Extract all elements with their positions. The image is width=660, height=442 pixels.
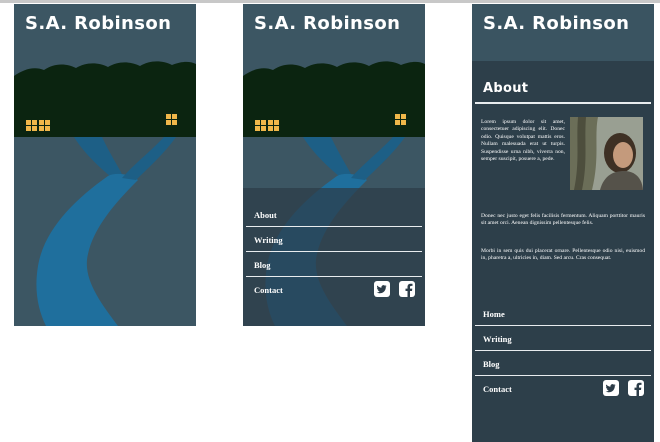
nav-item-about[interactable]: About	[246, 202, 422, 227]
site-title[interactable]: S.A. Robinson	[254, 13, 400, 34]
facebook-icon[interactable]	[628, 380, 644, 396]
author-photo	[570, 117, 643, 190]
twitter-icon[interactable]	[374, 281, 390, 297]
social-links	[374, 281, 415, 297]
about-paragraph-1: Lorem ipsum dolor sit amet, consectetuer…	[481, 119, 565, 163]
about-heading: About	[483, 81, 529, 96]
about-divider	[475, 102, 651, 104]
about-paragraph-2: Donec nec justo eget felis facilisis fer…	[481, 213, 645, 227]
nav-item-blog[interactable]: Blog	[246, 252, 422, 277]
about-view-panel: S.A. Robinson About Lorem ipsum dolor si…	[472, 4, 654, 442]
menu-view-panel: S.A. Robinson About Writing Blog Contact	[243, 4, 425, 326]
site-title[interactable]: S.A. Robinson	[483, 13, 629, 34]
facebook-icon[interactable]	[399, 281, 415, 297]
twitter-icon[interactable]	[603, 380, 619, 396]
nav-item-writing[interactable]: Writing	[246, 227, 422, 252]
about-paragraph-3: Morbi in sem quis dui placerat ornare. P…	[481, 248, 645, 262]
forest-river-scene	[14, 4, 196, 326]
nav-item-home[interactable]: Home	[475, 301, 651, 326]
nav-item-writing[interactable]: Writing	[475, 326, 651, 351]
social-links	[603, 380, 644, 396]
top-divider	[0, 0, 660, 3]
site-title[interactable]: S.A. Robinson	[25, 13, 171, 34]
home-view-panel: S.A. Robinson	[14, 4, 196, 326]
nav-item-blog[interactable]: Blog	[475, 351, 651, 376]
